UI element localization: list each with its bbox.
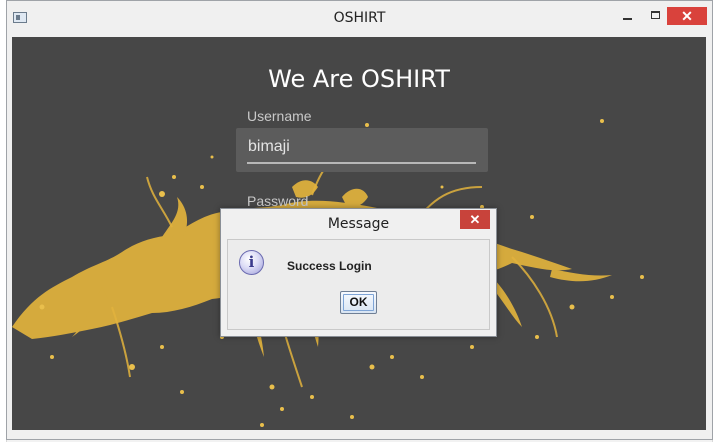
- message-dialog: Message ✕ i Success Login OK: [220, 208, 497, 337]
- maximize-button[interactable]: [643, 7, 669, 27]
- info-icon: i: [239, 250, 264, 275]
- login-heading: We Are OSHIRT: [268, 65, 450, 93]
- desktop-edge-right: [712, 0, 719, 442]
- username-underline: [247, 162, 476, 164]
- username-field[interactable]: bimaji: [236, 128, 488, 172]
- username-value: bimaji: [248, 138, 290, 155]
- dialog-message: Success Login: [287, 259, 372, 273]
- dialog-title: Message: [327, 216, 390, 232]
- username-label: Username: [247, 108, 312, 124]
- minimize-button[interactable]: [615, 7, 641, 27]
- close-button[interactable]: ✕: [667, 7, 707, 25]
- dialog-close-button[interactable]: ✕: [460, 210, 490, 229]
- window-title: OSHIRT: [333, 10, 386, 26]
- title-bar[interactable]: OSHIRT ✕: [7, 1, 712, 37]
- ok-button[interactable]: OK: [340, 291, 377, 314]
- password-label: Password: [247, 193, 309, 209]
- dialog-body: i Success Login OK: [227, 239, 490, 330]
